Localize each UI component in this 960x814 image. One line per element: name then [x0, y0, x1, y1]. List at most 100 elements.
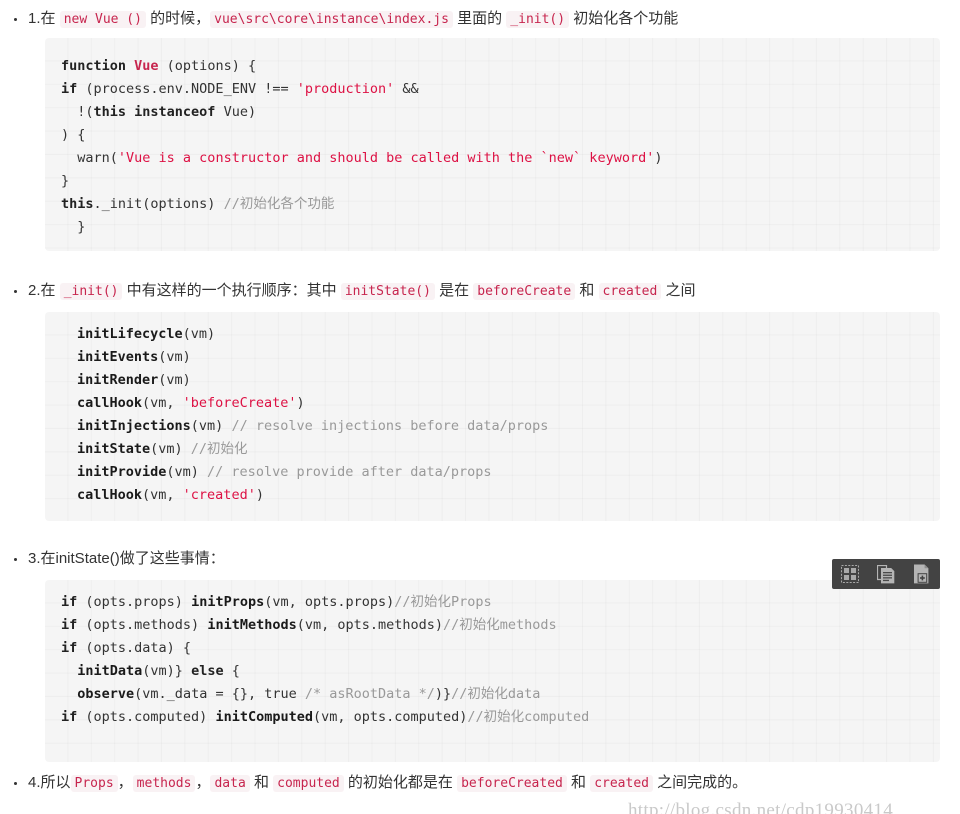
list-item: 4.所以 Props， methods， data 和 computed 的初始化都是… — [0, 773, 950, 794]
code-token: (vm, opts.props) — [264, 594, 395, 610]
code-token: ) { — [61, 127, 86, 143]
code-token: )} — [434, 686, 452, 702]
code-lines: if (opts.props) initProps(vm, opts.props… — [61, 591, 922, 729]
code-token: callHook — [77, 487, 143, 503]
code-token: initProvide — [77, 464, 167, 480]
code-token: initData — [77, 663, 143, 679]
code-token: //初始化各个功能 — [223, 196, 335, 212]
text-run: 1.在 — [28, 10, 60, 27]
code-token: (vm) — [190, 418, 232, 434]
code-line: observe(vm._data = {}, true /* asRootDat… — [61, 683, 922, 706]
code-token: //初始化computed — [467, 709, 590, 725]
code-token: (vm) — [182, 326, 216, 342]
text-run: 4.所以 — [28, 774, 71, 791]
code-block[interactable]: if (opts.props) initProps(vm, opts.props… — [45, 580, 940, 762]
text-run: 中有这样的一个执行顺序：其中 — [122, 282, 341, 299]
code-line: initState(vm) //初始化 — [77, 438, 922, 461]
code-token: //初始化methods — [443, 617, 557, 633]
text-run: 之间完成的。 — [653, 774, 748, 791]
code-line: if (opts.props) initProps(vm, opts.props… — [61, 591, 922, 614]
code-line: ) { — [61, 124, 922, 147]
text-run: 初始化各个功能 — [569, 10, 679, 27]
inline-code: Props — [70, 775, 118, 792]
text-run: 的时候， — [145, 10, 211, 27]
code-line: callHook(vm, 'beforeCreate') — [77, 392, 922, 415]
watermark: http://blog.csdn.net/cdp19930414 — [628, 800, 894, 814]
text-run: 之间 — [661, 282, 696, 299]
code-line: initInjections(vm) // resolve injections… — [77, 415, 922, 438]
code-token: !( — [61, 104, 94, 120]
code-token: (opts.computed) — [77, 709, 216, 725]
code-token: 'created' — [182, 487, 256, 503]
code-block[interactable]: initLifecycle(vm) initEvents(vm) initRende… — [45, 312, 940, 521]
code-token: (vm) — [150, 441, 191, 457]
list-item-text: 1.在 new Vue () 的时候， vue\src\core\instance… — [28, 10, 679, 28]
inline-code: data — [210, 775, 250, 792]
text-run: 3.在initState()做了这些事情： — [28, 550, 225, 567]
list-item-text: 3.在initState()做了这些事情： — [28, 550, 225, 567]
code-token: if — [61, 617, 78, 633]
code-token: (vm) — [158, 372, 191, 388]
code-token: if — [61, 709, 78, 725]
code-token: (vm, — [142, 395, 183, 411]
code-line: initProvide(vm) // resolve provide after… — [77, 461, 922, 484]
code-token: initEvents — [77, 349, 159, 365]
code-token: (process.env.NODE_ENV !== — [77, 81, 297, 97]
code-toolbar[interactable] — [832, 559, 940, 589]
code-line: } — [61, 170, 922, 193]
text-run: 里面的 — [452, 10, 507, 27]
code-token: this instanceof — [93, 104, 216, 120]
list-item-text: 4.所以 Props， methods， data 和 computed 的初始化都是… — [28, 774, 748, 792]
code-token: ._init(options) — [93, 196, 224, 212]
code-token: observe — [77, 686, 135, 702]
code-token: 'beforeCreate' — [182, 395, 297, 411]
code-line: initData(vm)} else { — [61, 660, 922, 683]
code-token: (vm, — [142, 487, 183, 503]
inline-code: created — [590, 775, 653, 792]
code-token: initLifecycle — [77, 326, 183, 342]
code-token: //初始化 — [190, 441, 248, 457]
new-document-icon[interactable] — [904, 559, 940, 589]
code-line: initLifecycle(vm) — [77, 323, 922, 346]
text-run: 的初始化都是在 — [343, 774, 458, 791]
code-token: initRender — [77, 372, 159, 388]
code-token: if — [61, 81, 78, 97]
text-run: ， — [117, 774, 133, 791]
inline-code: new Vue () — [59, 11, 146, 28]
inline-code: methods — [132, 775, 196, 792]
text-run: 是在 — [434, 282, 474, 299]
code-line: initEvents(vm) — [77, 346, 922, 369]
code-token: (vm) — [166, 464, 208, 480]
text-run: 和 — [575, 282, 599, 299]
code-token: Vue — [134, 58, 159, 74]
code-line: !(this instanceof Vue) — [61, 101, 922, 124]
code-token: //初始化Props — [394, 594, 492, 610]
text-run: 2.在 — [28, 282, 60, 299]
code-token: (vm) — [158, 349, 191, 365]
code-token: (opts.props) — [77, 594, 192, 610]
code-token: } — [61, 219, 86, 235]
list-item: 3.在initState()做了这些事情： — [0, 549, 930, 569]
code-line: if (process.env.NODE_ENV !== 'production… — [61, 78, 922, 101]
list-item-text: 2.在 _init() 中有这样的一个执行顺序：其中 initState() 是… — [28, 282, 696, 300]
code-token: (vm, opts.computed) — [312, 709, 468, 725]
list-item: 2.在 _init() 中有这样的一个执行顺序：其中 initState() 是… — [0, 281, 930, 302]
copy-document-icon[interactable] — [868, 559, 904, 589]
code-token: initInjections — [77, 418, 191, 434]
code-token: initProps — [191, 594, 265, 610]
code-token: warn( — [61, 150, 118, 166]
inline-code: beforeCreated — [457, 775, 567, 792]
inline-code: vue\src\core\instance\index.js — [210, 11, 453, 28]
code-line: if (opts.methods) initMethods(vm, opts.m… — [61, 614, 922, 637]
list-item: 1.在 new Vue () 的时候， vue\src\core\instance… — [0, 9, 930, 30]
code-token: { — [223, 663, 240, 679]
code-token: } — [61, 173, 70, 189]
inline-code: beforeCreate — [473, 283, 576, 300]
code-block[interactable]: function Vue (options) {if (process.env.… — [45, 38, 940, 251]
code-token: callHook — [77, 395, 143, 411]
code-token: ) — [296, 395, 305, 411]
grid-view-icon[interactable] — [832, 559, 868, 589]
code-token: (vm)} — [142, 663, 192, 679]
code-lines: function Vue (options) {if (process.env.… — [61, 55, 922, 239]
